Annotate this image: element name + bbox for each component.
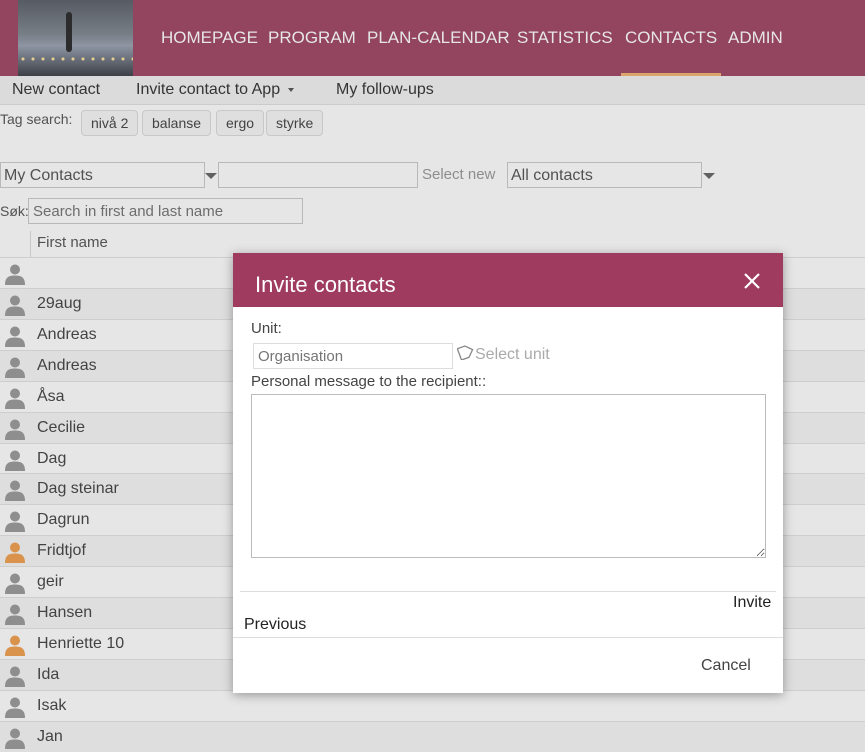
select-unit-label: Select unit — [475, 346, 550, 363]
close-icon[interactable] — [743, 272, 761, 290]
tag-icon — [456, 345, 474, 361]
organisation-input[interactable] — [253, 343, 453, 369]
invite-button[interactable]: Invite — [733, 594, 771, 612]
dialog-divider — [240, 591, 776, 592]
dialog-title: Invite contacts — [255, 272, 396, 297]
invite-contacts-dialog: Invite contacts Unit: Select unit Person… — [233, 253, 783, 693]
dialog-footer-divider — [233, 637, 783, 638]
unit-label: Unit: — [251, 320, 282, 337]
previous-button[interactable]: Previous — [244, 616, 306, 634]
dialog-header: Invite contacts — [233, 253, 783, 307]
personal-message-textarea[interactable] — [251, 394, 766, 558]
message-label: Personal message to the recipient:: — [251, 373, 487, 390]
cancel-button[interactable]: Cancel — [701, 657, 751, 675]
select-unit-button[interactable]: Select unit — [456, 344, 550, 364]
